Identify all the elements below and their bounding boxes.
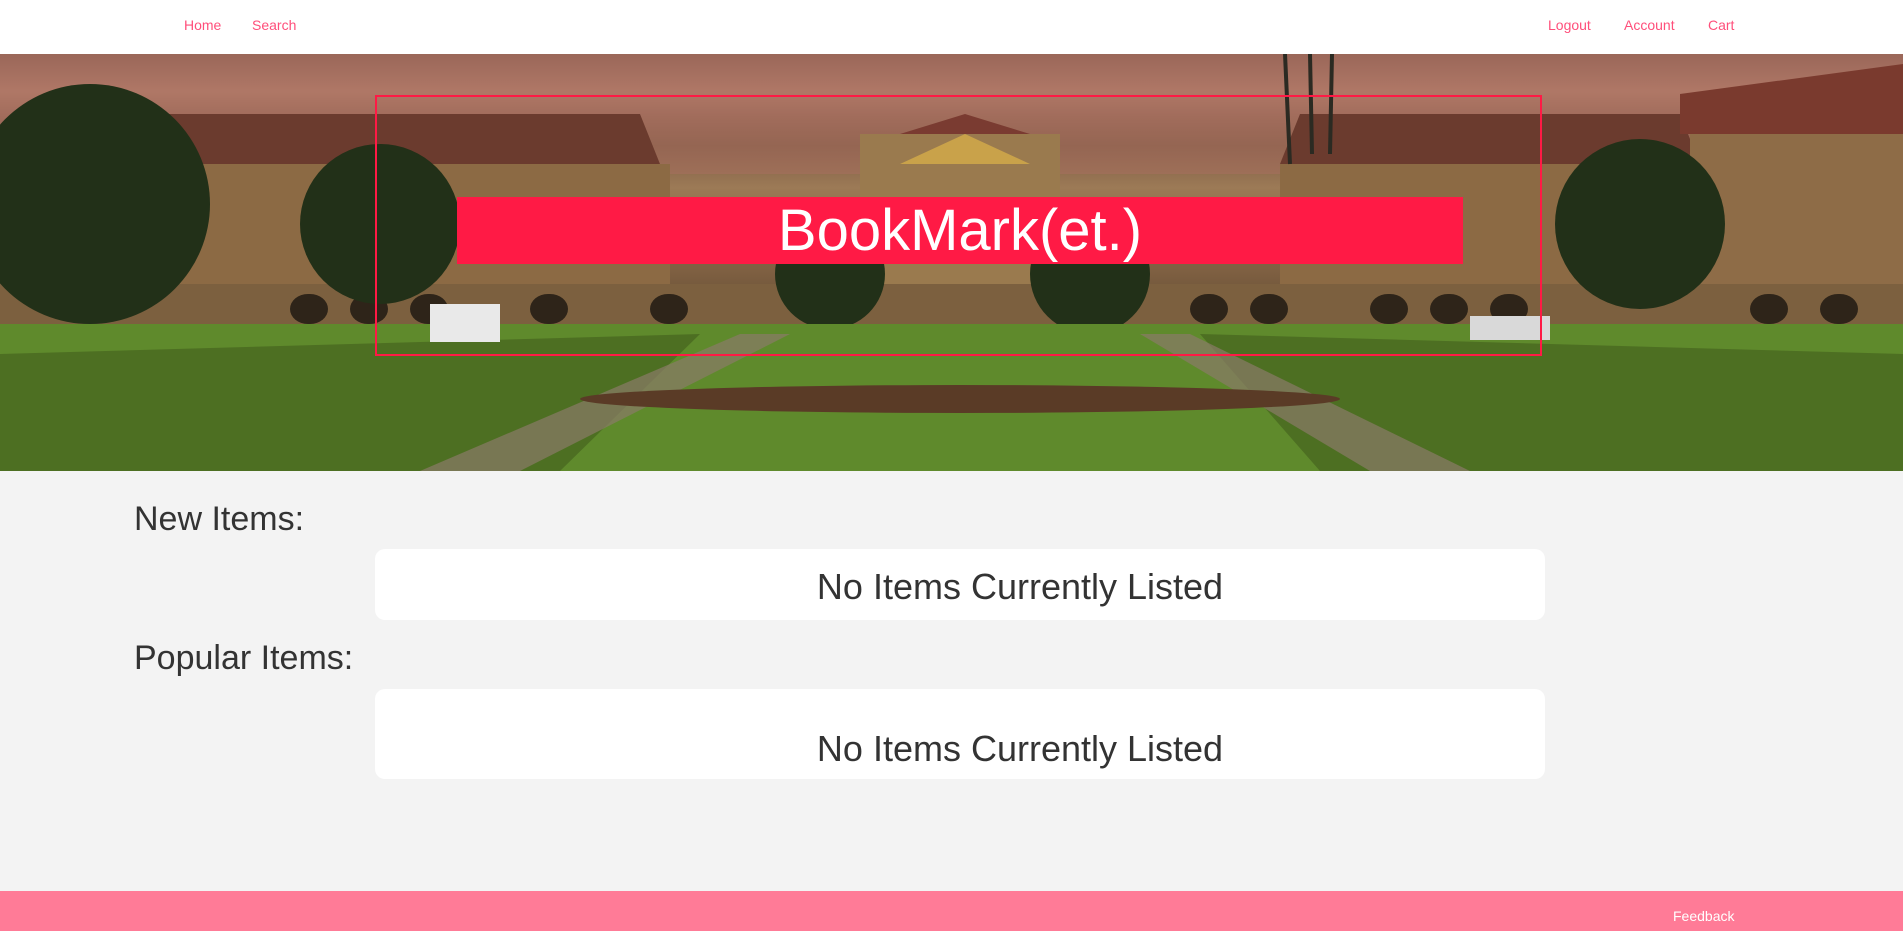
site-title: BookMark(et.) xyxy=(777,198,1143,263)
feedback-link[interactable]: Feedback xyxy=(1673,908,1734,924)
popular-items-heading: Popular Items: xyxy=(134,639,354,677)
nav-home-link[interactable]: Home xyxy=(184,17,221,33)
new-items-heading: New Items: xyxy=(134,500,305,538)
popular-items-empty-message: No Items Currently Listed xyxy=(816,728,1224,769)
top-nav: Home Search Logout Account Cart xyxy=(0,0,1903,54)
footer: Feedback xyxy=(0,891,1903,931)
hero-title-band: BookMark(et.) xyxy=(457,197,1463,264)
nav-account-link[interactable]: Account xyxy=(1624,17,1675,33)
new-items-card: No Items Currently Listed xyxy=(375,549,1545,620)
new-items-empty-message: No Items Currently Listed xyxy=(816,566,1224,607)
popular-items-card: No Items Currently Listed xyxy=(375,689,1545,779)
nav-cart-link[interactable]: Cart xyxy=(1708,17,1734,33)
nav-logout-link[interactable]: Logout xyxy=(1548,17,1591,33)
nav-search-link[interactable]: Search xyxy=(252,17,296,33)
hero-banner: BookMark(et.) xyxy=(0,54,1903,471)
